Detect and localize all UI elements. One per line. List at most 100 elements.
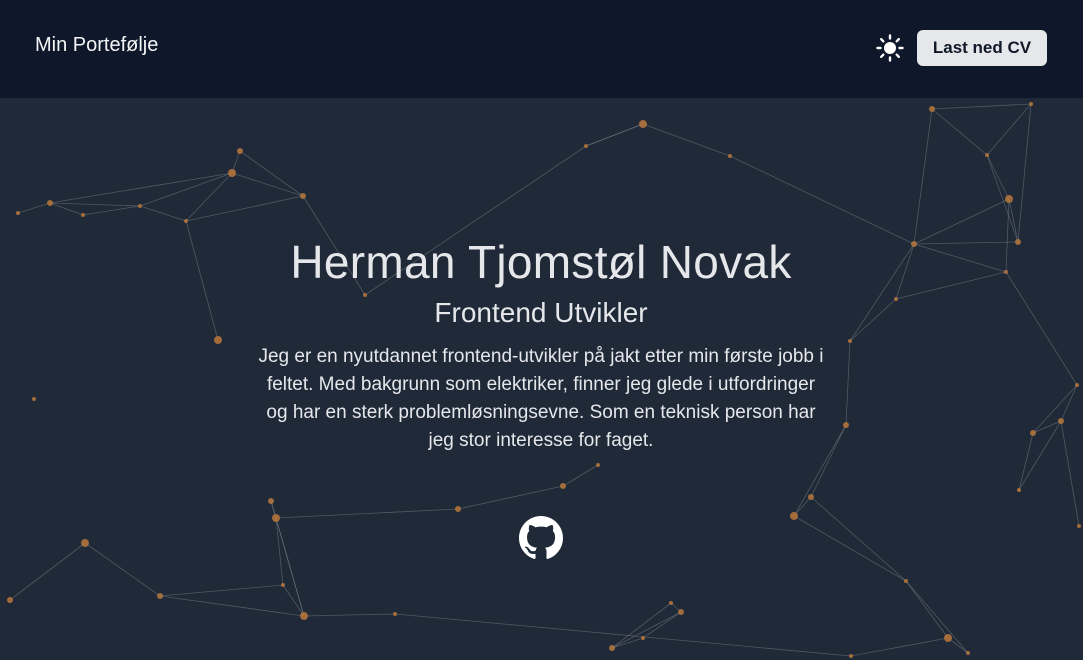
network-link [1060,384,1078,422]
network-link [82,205,141,216]
network-link [394,613,852,657]
network-link [913,241,1019,245]
network-link [185,195,304,222]
network-node [1058,418,1064,424]
network-node [138,204,142,208]
network-link [159,584,284,597]
network-node [669,601,673,605]
network-link [642,611,682,639]
network-node [1015,239,1021,245]
network-link [84,542,161,597]
network-link [275,517,305,617]
network-node [848,339,852,343]
theme-toggle-button[interactable] [874,33,906,63]
network-link [913,243,1007,273]
network-link [231,172,304,197]
network-node [272,514,280,522]
network-node [300,193,306,199]
network-node [237,148,243,154]
github-link[interactable] [519,516,563,560]
network-node [281,583,285,587]
network-node [184,219,188,223]
network-link [275,508,459,519]
network-node [1005,195,1013,203]
network-node [1077,524,1081,528]
network-node [81,213,85,217]
network-link [729,155,915,245]
network-node [1004,270,1008,274]
network-node [609,645,615,651]
navbar: Min Portefølje Last ned CV [0,0,1083,98]
network-node [300,612,308,620]
network-link [1032,420,1062,434]
network-link [849,298,897,342]
network-link [239,150,304,197]
network-link [611,602,672,649]
network-node [7,597,13,603]
network-node [849,654,853,658]
network-node [678,609,684,615]
network-link [185,220,219,341]
network-node [1030,430,1036,436]
network-node [1075,383,1079,387]
sun-icon [876,34,904,62]
brand-link[interactable]: Min Portefølje [35,33,158,57]
network-link [611,611,682,649]
network-link [905,580,969,654]
network-node [904,579,908,583]
network-node [639,120,647,128]
network-node [808,494,814,500]
network-link [1018,420,1062,491]
network-link [49,202,84,216]
network-link [1032,384,1078,434]
network-link [642,123,731,157]
network-link [850,637,949,657]
network-node [966,651,970,655]
network-link [9,542,86,601]
network-link [793,515,907,582]
network-link [986,154,1010,200]
hero-content: Herman Tjomstøl Novak Frontend Utvikler … [241,233,841,455]
network-node [393,612,397,616]
network-link [139,205,187,222]
network-node [929,106,935,112]
network-link [849,243,915,342]
network-link [303,613,396,617]
hero-section: Herman Tjomstøl Novak Frontend Utvikler … [0,98,1083,660]
network-link [986,154,1019,243]
network-link [1005,271,1078,386]
network-link [49,202,141,207]
network-node [843,422,849,428]
network-link [159,595,305,617]
network-link [282,584,305,617]
network-node [214,336,222,344]
network-node [268,498,274,504]
network-link [585,123,644,147]
network-link [931,108,988,156]
network-node [728,154,732,158]
network-link [913,198,1010,245]
network-node [81,539,89,547]
network-link [139,172,233,207]
network-node [641,636,645,640]
network-node [1017,488,1021,492]
network-node [911,241,917,247]
network-node [228,169,236,177]
network-node [32,397,36,401]
network-node [985,153,989,157]
network-link [913,108,933,245]
network-link [810,496,907,582]
network-node [944,634,952,642]
hero-name: Herman Tjomstøl Novak [290,236,792,288]
network-link [1018,432,1034,491]
github-icon [519,516,563,559]
network-link [49,172,233,204]
network-link [1017,103,1032,243]
network-node [16,211,20,215]
network-node [894,297,898,301]
network-node [584,144,588,148]
network-link [931,103,1032,110]
network-link [895,243,915,300]
download-cv-button[interactable]: Last ned CV [917,30,1047,66]
network-node [596,463,600,467]
